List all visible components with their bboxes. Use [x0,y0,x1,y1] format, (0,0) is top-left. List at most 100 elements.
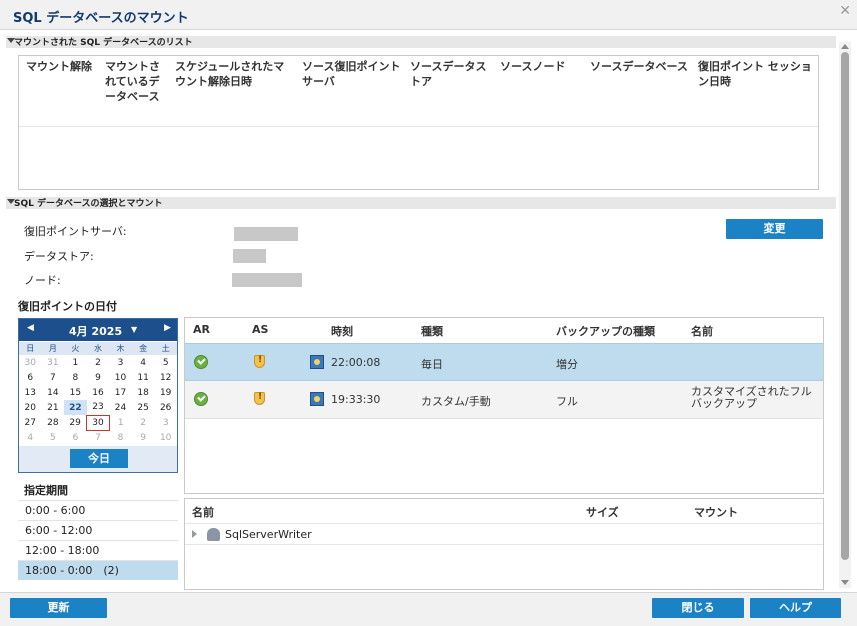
calendar-day[interactable]: 16 [87,385,110,400]
calendar-day[interactable]: 15 [64,385,87,400]
mounted-db-section-header[interactable]: マウントされた SQL データベースのリスト [6,36,836,48]
calendar-day[interactable]: 7 [87,430,110,445]
dow-sat: 土 [154,342,177,355]
recovery-point-icon [310,392,324,406]
calendar-day[interactable]: 4 [132,355,155,370]
period-item-0-6[interactable]: 0:00 - 6:00 [18,500,178,520]
period-item-12-18[interactable]: 12:00 - 18:00 [18,540,178,560]
calendar-day[interactable]: 14 [42,385,65,400]
row-time: 22:00:08 [331,356,381,369]
node-value-redacted [232,273,302,287]
dow-thu: 木 [109,342,132,355]
row-type: 毎日 [421,358,443,371]
calendar-day[interactable]: 24 [109,400,132,415]
select-mount-section-header[interactable]: SQL データベースの選択とマウント [6,197,836,209]
calendar-day-selected[interactable]: 22 [64,400,87,415]
col-writer-name[interactable]: 名前 [192,504,214,520]
col-scheduled-unmount[interactable]: スケジュールされたマウント解除日時 [175,59,291,89]
calendar-day[interactable]: 26 [154,400,177,415]
calendar-day[interactable]: 4 [19,430,42,445]
col-source-node[interactable]: ソースノード [500,59,580,74]
recovery-point-icon [310,355,324,369]
col-as[interactable]: AS [252,323,268,336]
calendar-day[interactable]: 2 [132,415,155,430]
calendar-day[interactable]: 2 [87,355,110,370]
calendar-day[interactable]: 12 [154,370,177,385]
calendar-day[interactable]: 31 [42,355,65,370]
calendar-day[interactable]: 6 [64,430,87,445]
change-button[interactable]: 変更 [726,219,823,239]
calendar-day[interactable]: 3 [109,355,132,370]
month-dropdown-icon[interactable]: ▼ [131,325,137,334]
calendar-day[interactable]: 11 [132,370,155,385]
scroll-thumb[interactable] [841,52,849,560]
calendar-day[interactable]: 23 [87,400,110,415]
col-time[interactable]: 時刻 [331,323,353,339]
calendar-day[interactable]: 6 [19,370,42,385]
col-ar[interactable]: AR [193,323,210,336]
scroll-down-icon[interactable] [841,580,849,585]
col-source-database[interactable]: ソースデータベース [590,59,690,74]
dow-mon: 月 [41,342,65,355]
calendar-day[interactable]: 27 [19,415,42,430]
col-writer-size[interactable]: サイズ [586,504,619,520]
col-source-datastore[interactable]: ソースデータストア [410,59,488,89]
calendar-month-label[interactable]: 4月 2025 [69,323,122,339]
rps-value-redacted [234,227,298,241]
calendar-day[interactable]: 9 [132,430,155,445]
datastore-label: データストア: [24,250,94,263]
prev-month-icon[interactable]: ◀ [27,323,34,333]
col-session-datetime[interactable]: 復旧ポイント セッション日時 [698,59,816,89]
col-unmount[interactable]: マウント解除 [26,59,106,74]
writer-name: SqlServerWriter [225,528,312,541]
col-mounted-database[interactable]: マウントされているデータベース [105,59,169,104]
calendar-day[interactable]: 28 [42,415,65,430]
calendar-day[interactable]: 10 [154,430,177,445]
calendar-day[interactable]: 8 [64,370,87,385]
calendar-day[interactable]: 18 [132,385,155,400]
calendar-day[interactable]: 9 [87,370,110,385]
close-icon[interactable]: ✕ [839,3,851,19]
calendar-day[interactable]: 7 [42,370,65,385]
mounted-db-section-title: マウントされた SQL データベースのリスト [14,38,193,48]
expand-arrow-icon[interactable] [192,530,197,538]
writer-row[interactable]: SqlServerWriter [185,523,823,545]
next-month-icon[interactable]: ▶ [164,323,171,333]
calendar-day[interactable]: 8 [109,430,132,445]
calendar-day[interactable]: 3 [154,415,177,430]
period-item-18-0[interactable]: 18:00 - 0:00 (2) [18,560,178,580]
close-button[interactable]: 閉じる [652,598,744,618]
col-name[interactable]: 名前 [691,323,713,339]
period-item-6-12[interactable]: 6:00 - 12:00 [18,520,178,540]
col-type[interactable]: 種類 [421,323,443,339]
calendar-day[interactable]: 30 [19,355,42,370]
col-source-rps[interactable]: ソース復旧ポイントサーバ [302,59,406,89]
datastore-value-redacted [233,249,266,263]
calendar-day[interactable]: 19 [154,385,177,400]
today-button[interactable]: 今日 [70,449,128,468]
calendar-day[interactable]: 25 [132,400,155,415]
vertical-scrollbar[interactable] [839,42,851,588]
shield-warning-icon [254,392,265,405]
recovery-point-row[interactable]: 22:00:08 毎日 増分 [185,343,823,381]
refresh-button[interactable]: 更新 [10,598,107,618]
calendar-day[interactable]: 21 [42,400,65,415]
calendar: ◀ 4月 2025 ▼ ▶ 日 月 火 水 木 金 土 30 31 1 2 3 … [18,318,178,473]
calendar-day[interactable]: 5 [154,355,177,370]
col-writer-mount[interactable]: マウント [694,504,738,520]
scroll-up-icon[interactable] [841,44,849,49]
select-mount-section-title: SQL データベースの選択とマウント [14,199,163,209]
col-backup-type[interactable]: バックアップの種類 [556,323,655,339]
recovery-point-row[interactable]: 19:33:30 カスタム/手動 フル カスタマイズされたフル バックアップ [185,381,823,419]
calendar-day[interactable]: 20 [19,400,42,415]
calendar-day-today[interactable]: 30 [86,414,110,431]
calendar-day[interactable]: 10 [109,370,132,385]
calendar-day[interactable]: 1 [109,415,132,430]
calendar-day[interactable]: 1 [64,355,87,370]
help-button[interactable]: ヘルプ [750,598,841,618]
status-ok-icon [194,392,208,406]
calendar-day[interactable]: 17 [109,385,132,400]
calendar-day[interactable]: 13 [19,385,42,400]
calendar-day[interactable]: 5 [42,430,65,445]
calendar-day[interactable]: 29 [64,415,87,430]
